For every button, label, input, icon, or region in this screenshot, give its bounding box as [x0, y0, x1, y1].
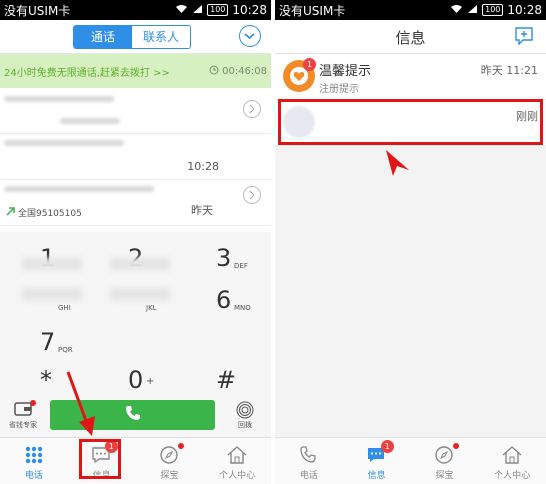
- key-6[interactable]: 6 MNO: [188, 282, 268, 322]
- message-preview: 注册提示: [319, 84, 359, 95]
- key-4[interactable]: GHI: [12, 282, 92, 322]
- message-icon: 1: [343, 440, 411, 468]
- clock: 10:28: [507, 3, 542, 17]
- call-number: 全国95105105: [18, 209, 82, 219]
- key-hash[interactable]: #: [188, 362, 268, 402]
- chevron-down-icon[interactable]: [239, 25, 261, 47]
- list-item[interactable]: 1 温馨提示 注册提示 昨天 11:21: [275, 54, 546, 100]
- call-time: 昨天: [191, 204, 213, 217]
- tab-explore[interactable]: 探宝: [411, 438, 479, 484]
- notification-dot: [452, 443, 459, 449]
- notification-dot: [30, 400, 36, 406]
- signal-icon: [192, 3, 203, 17]
- unread-badge: 1: [380, 440, 394, 453]
- phone-icon: [124, 404, 142, 426]
- bottom-tab-bar: 电话 1 信息 探宝 个人中心: [0, 437, 271, 484]
- promo-timer: 00:46:08: [222, 65, 267, 77]
- fingerprint-icon: [226, 400, 264, 420]
- message-time: 昨天 11:21: [480, 64, 538, 77]
- tab-calls[interactable]: 通话: [74, 26, 132, 48]
- recall-button[interactable]: 回拨: [226, 400, 264, 430]
- chevron-right-icon[interactable]: [243, 100, 261, 118]
- recall-label: 回拨: [238, 421, 252, 429]
- tab-profile[interactable]: 个人中心: [203, 438, 271, 484]
- carrier-label: 没有USIM卡: [4, 3, 71, 18]
- clock-icon: [209, 65, 219, 78]
- dialer-screen: 没有USIM卡 100 10:28 通话 联系人 24小时免费无限通话,赶紧去拨…: [0, 0, 271, 484]
- status-bar: 没有USIM卡 100 10:28: [275, 0, 546, 20]
- tab-profile[interactable]: 个人中心: [478, 438, 546, 484]
- carrier-label: 没有USIM卡: [279, 3, 346, 18]
- pointer-arrow-icon: [66, 371, 95, 436]
- clock: 10:28: [232, 3, 267, 17]
- home-icon: [203, 442, 271, 468]
- highlight-box: [278, 99, 543, 145]
- tab-phone[interactable]: 电话: [0, 438, 68, 484]
- key-5[interactable]: JKL: [100, 282, 180, 322]
- key-3[interactable]: 3 DEF: [188, 240, 268, 280]
- dialpad-icon: [0, 442, 68, 468]
- key-1[interactable]: 1: [12, 240, 92, 280]
- battery-icon: 100: [482, 4, 504, 16]
- home-icon: [478, 442, 546, 468]
- wifi-icon: [450, 3, 463, 17]
- status-bar: 没有USIM卡 100 10:28: [0, 0, 271, 20]
- pointer-arrow-icon: [386, 150, 409, 176]
- tab-contacts[interactable]: 联系人: [132, 26, 190, 48]
- signal-icon: [467, 3, 478, 17]
- messages-screen: 没有USIM卡 100 10:28 信息 1 温馨提示 注册提示 昨天 11:2…: [275, 0, 546, 484]
- tab-explore[interactable]: 探宝: [136, 438, 204, 484]
- key-0[interactable]: 0 +: [100, 362, 180, 402]
- tab-phone[interactable]: 电话: [275, 438, 343, 484]
- highlight-box: [79, 439, 121, 479]
- tab-messages[interactable]: 1 信息: [343, 438, 411, 484]
- chevron-right-icon[interactable]: [243, 186, 261, 204]
- wallet-icon: [4, 400, 42, 420]
- sender-name: 温馨提示: [319, 64, 372, 79]
- key-2[interactable]: 2: [100, 240, 180, 280]
- phone-icon: [275, 442, 343, 468]
- wallet-label: 省钱专家: [9, 421, 37, 429]
- bottom-tab-bar: 电话 1 信息 探宝 个人中心: [275, 437, 546, 484]
- outgoing-call-icon: [6, 206, 15, 219]
- compass-icon: [411, 442, 479, 468]
- call-time: 10:28: [187, 160, 219, 173]
- dialer-header: 通话 联系人: [0, 20, 271, 54]
- compass-icon: [136, 442, 204, 468]
- calls-contacts-toggle: 通话 联系人: [73, 25, 191, 49]
- battery-icon: 100: [207, 4, 229, 16]
- compose-message-icon[interactable]: [514, 26, 534, 46]
- call-log: 10:28 全国95105105 昨天: [0, 88, 271, 232]
- dial-keypad: 1 2 3 DEF GHI JKL 6 MNO 7 PQR *: [0, 232, 271, 398]
- messages-header: 信息: [275, 20, 546, 54]
- wallet-button[interactable]: 省钱专家: [4, 400, 42, 430]
- call-log-row[interactable]: [0, 88, 271, 134]
- wifi-icon: [175, 3, 188, 17]
- free-call-banner[interactable]: 24小时免费无限通话,赶紧去拨打 >> 00:46:08: [0, 54, 271, 88]
- page-title: 信息: [395, 29, 426, 47]
- dial-actions: 省钱专家 回拨: [0, 398, 271, 438]
- call-log-row[interactable]: 全国95105105 昨天: [0, 180, 271, 226]
- notification-dot: [177, 443, 184, 449]
- unread-badge: 1: [303, 58, 316, 71]
- promo-text: 24小时免费无限通话,赶紧去拨打 >>: [4, 67, 170, 79]
- call-log-row[interactable]: 10:28: [0, 134, 271, 180]
- key-7[interactable]: 7 PQR: [12, 324, 92, 364]
